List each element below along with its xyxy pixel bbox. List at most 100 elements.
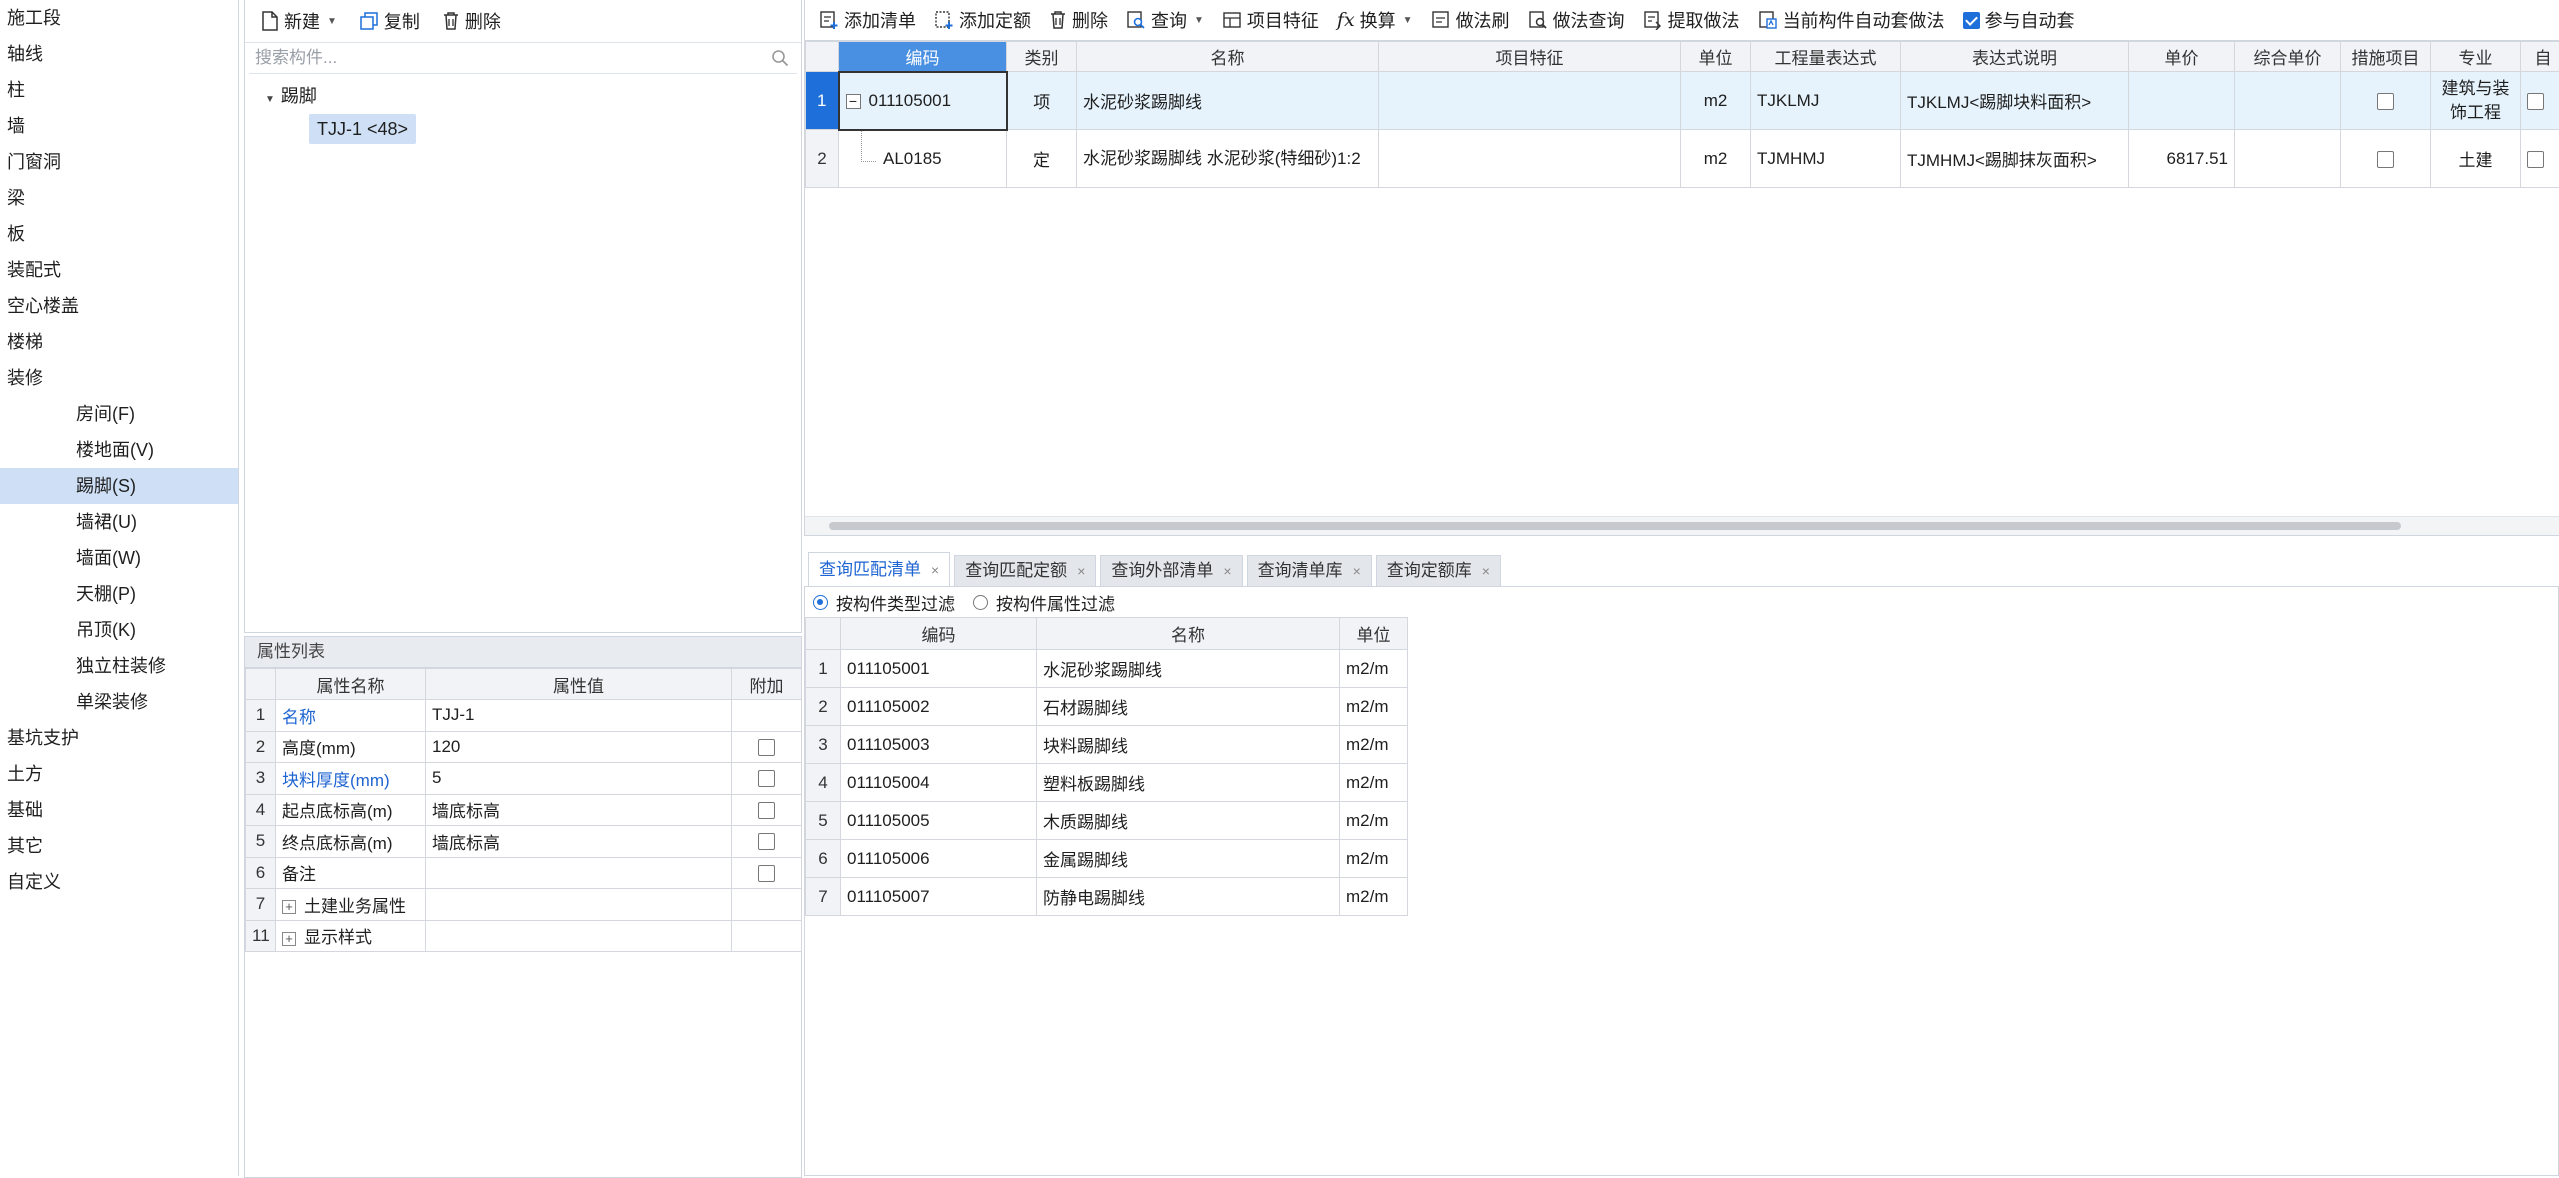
prop-value-cell[interactable]: 墙底标高 xyxy=(426,794,732,826)
category-item[interactable]: 装修 xyxy=(0,360,238,396)
table-row[interactable]: 1011105001水泥砂浆踢脚线m2/m xyxy=(806,650,1408,688)
tree-node-tjj-1[interactable]: TJJ-1 <48> xyxy=(309,114,416,144)
category-item[interactable]: 其它 xyxy=(0,828,238,864)
property-row[interactable]: 3块料厚度(mm)5 xyxy=(246,763,802,795)
close-icon[interactable]: × xyxy=(1353,556,1361,586)
category-item[interactable]: 梁 xyxy=(0,180,238,216)
feature-cell[interactable] xyxy=(1379,72,1681,130)
category-item[interactable]: 空心楼盖 xyxy=(0,288,238,324)
search-icon[interactable] xyxy=(771,49,789,67)
unit-cell[interactable]: m2 xyxy=(1681,72,1751,130)
expr-desc-cell[interactable]: TJMHMJ<踢脚抹灰面积> xyxy=(1901,130,2129,188)
decor-item-suspended-ceiling[interactable]: 吊顶(K) xyxy=(0,612,238,648)
extra-checkbox[interactable] xyxy=(758,865,775,882)
join-auto-check[interactable] xyxy=(1963,12,1980,29)
category-item[interactable]: 楼梯 xyxy=(0,324,238,360)
join-auto-checkbox[interactable]: 参与自动套 xyxy=(1955,4,2083,36)
item-feature-button[interactable]: 项目特征 xyxy=(1214,4,1327,36)
category-item[interactable]: 柱 xyxy=(0,72,238,108)
unit-header[interactable]: 单位 xyxy=(1681,42,1751,72)
auto-cell[interactable] xyxy=(2521,130,2559,188)
tab-list-library[interactable]: 查询清单库× xyxy=(1247,555,1372,586)
prop-value-cell[interactable] xyxy=(426,920,732,952)
chevron-down-icon[interactable]: ▼ xyxy=(1194,15,1204,26)
match-name-cell[interactable]: 水泥砂浆踢脚线 xyxy=(1037,650,1340,688)
match-unit-header[interactable]: 单位 xyxy=(1340,618,1408,650)
method-delete-button[interactable]: 删除 xyxy=(1041,4,1116,36)
prop-extra-cell[interactable] xyxy=(732,889,802,921)
filter-by-attr-radio[interactable] xyxy=(973,595,988,610)
prop-extra-cell[interactable] xyxy=(732,826,802,858)
measure-checkbox[interactable] xyxy=(2377,93,2394,110)
prop-extra-cell[interactable] xyxy=(732,731,802,763)
type-cell[interactable]: 定 xyxy=(1007,130,1077,188)
method-brush-button[interactable]: 做法刷 xyxy=(1423,4,1518,36)
category-item[interactable]: 轴线 xyxy=(0,36,238,72)
match-name-header[interactable]: 名称 xyxy=(1037,618,1340,650)
category-item[interactable]: 土方 xyxy=(0,756,238,792)
match-unit-cell[interactable]: m2/m xyxy=(1340,764,1408,802)
copy-button[interactable]: 复制 xyxy=(351,5,428,37)
tree-node-skirting[interactable]: ▼踢脚 xyxy=(265,82,317,110)
category-item[interactable]: 自定义 xyxy=(0,864,238,900)
expr-desc-header[interactable]: 表达式说明 xyxy=(1901,42,2129,72)
measure-checkbox[interactable] xyxy=(2377,151,2394,168)
table-row[interactable]: 7011105007防静电踢脚线m2/m xyxy=(806,878,1408,916)
category-item[interactable]: 施工段 xyxy=(0,0,238,36)
total-price-cell[interactable] xyxy=(2235,130,2341,188)
add-list-button[interactable]: 添加清单 xyxy=(811,4,924,36)
expr-header[interactable]: 工程量表达式 xyxy=(1751,42,1901,72)
expr-cell[interactable]: TJKLMJ xyxy=(1751,72,1901,130)
major-header[interactable]: 专业 xyxy=(2431,42,2521,72)
match-code-cell[interactable]: 011105004 xyxy=(841,764,1037,802)
method-query-button[interactable]: 做法查询 xyxy=(1520,4,1633,36)
tab-external-list[interactable]: 查询外部清单× xyxy=(1100,555,1242,586)
decor-item-ceiling[interactable]: 天棚(P) xyxy=(0,576,238,612)
prop-value-cell[interactable] xyxy=(426,857,732,889)
new-button[interactable]: 新建 ▼ xyxy=(253,5,345,37)
auto-checkbox[interactable] xyxy=(2527,151,2544,168)
prop-name-cell[interactable]: 备注 xyxy=(276,857,426,889)
filter-by-type-radio[interactable] xyxy=(813,595,828,610)
type-cell[interactable]: 项 xyxy=(1007,72,1077,130)
decor-item-beam-finish[interactable]: 单梁装修 xyxy=(0,684,238,720)
extra-checkbox[interactable] xyxy=(758,833,775,850)
close-icon[interactable]: × xyxy=(931,555,939,585)
property-row[interactable]: 7+土建业务属性 xyxy=(246,889,802,921)
query-button[interactable]: 查询 ▼ xyxy=(1118,4,1212,36)
property-row[interactable]: 11+显示样式 xyxy=(246,920,802,952)
prop-extra-cell[interactable] xyxy=(732,763,802,795)
match-unit-cell[interactable]: m2/m xyxy=(1340,840,1408,878)
category-item[interactable]: 板 xyxy=(0,216,238,252)
price-cell[interactable] xyxy=(2129,72,2235,130)
match-unit-cell[interactable]: m2/m xyxy=(1340,726,1408,764)
price-header[interactable]: 单价 xyxy=(2129,42,2235,72)
close-icon[interactable]: × xyxy=(1077,556,1085,586)
prop-extra-cell[interactable] xyxy=(732,794,802,826)
feature-header[interactable]: 项目特征 xyxy=(1379,42,1681,72)
table-row[interactable]: 4011105004塑料板踢脚线m2/m xyxy=(806,764,1408,802)
total-price-cell[interactable] xyxy=(2235,72,2341,130)
scrollbar-thumb[interactable] xyxy=(829,522,2401,530)
prop-name-cell[interactable]: 块料厚度(mm) xyxy=(276,763,426,795)
match-name-cell[interactable]: 块料踢脚线 xyxy=(1037,726,1340,764)
auto-apply-button[interactable]: 当前构件自动套做法 xyxy=(1750,4,1953,36)
category-item[interactable]: 墙 xyxy=(0,108,238,144)
match-name-cell[interactable]: 石材踢脚线 xyxy=(1037,688,1340,726)
price-cell[interactable]: 6817.51 xyxy=(2129,130,2235,188)
property-row[interactable]: 1名称TJJ-1 xyxy=(246,700,802,732)
code-header[interactable]: 编码 xyxy=(839,42,1007,72)
match-unit-cell[interactable]: m2/m xyxy=(1340,802,1408,840)
expand-caret-icon[interactable]: ▼ xyxy=(265,94,275,105)
decor-item-skirting[interactable]: 踢脚(S) xyxy=(0,468,238,504)
prop-name-cell[interactable]: 起点底标高(m) xyxy=(276,794,426,826)
name-header[interactable]: 名称 xyxy=(1077,42,1379,72)
convert-button[interactable]: fx 换算 ▼ xyxy=(1329,4,1421,36)
table-row[interactable]: 2011105002石材踢脚线m2/m xyxy=(806,688,1408,726)
delete-button[interactable]: 删除 xyxy=(434,5,509,37)
type-header[interactable]: 类别 xyxy=(1007,42,1077,72)
total-price-header[interactable]: 综合单价 xyxy=(2235,42,2341,72)
table-row[interactable]: 1 −011105001 项 水泥砂浆踢脚线 m2 TJKLMJ TJKLMJ<… xyxy=(806,72,2559,130)
match-code-header[interactable]: 编码 xyxy=(841,618,1037,650)
code-cell[interactable]: −011105001 xyxy=(839,72,1007,130)
